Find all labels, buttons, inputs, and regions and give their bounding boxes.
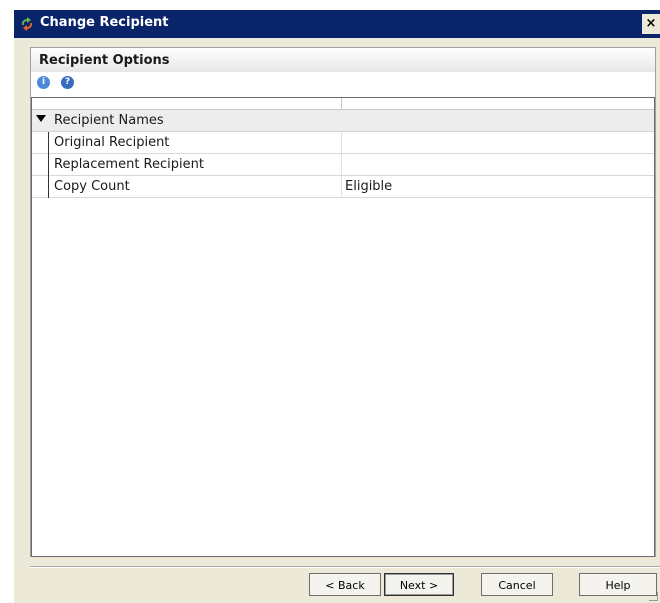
panel-toolbar: i ? [31,72,655,98]
property-name: Original Recipient [54,135,170,150]
tree-indent-line [48,176,49,198]
footer-separator [30,566,660,568]
property-row-replacement-recipient[interactable]: Replacement Recipient [32,154,654,176]
grid-header [32,98,654,110]
property-name: Replacement Recipient [54,157,204,172]
info-icon[interactable]: i [37,76,50,89]
title-bar[interactable]: Change Recipient × [14,10,660,38]
tree-indent-line [48,132,49,154]
group-label: Recipient Names [54,113,164,128]
column-divider [341,154,342,175]
panel-header: Recipient Options [31,48,655,72]
property-row-original-recipient[interactable]: Original Recipient [32,132,654,154]
change-recipient-dialog: Change Recipient × Recipient Options i ?… [14,10,660,603]
collapse-triangle-icon[interactable] [36,115,46,122]
next-button[interactable]: Next > [384,573,454,596]
column-divider[interactable] [341,98,342,109]
panel-title: Recipient Options [39,53,170,68]
property-name: Copy Count [54,179,130,194]
tree-indent-line [48,154,49,176]
help-button[interactable]: Help [579,573,657,596]
back-button[interactable]: < Back [309,573,381,596]
cancel-button[interactable]: Cancel [481,573,553,596]
group-row-recipient-names[interactable]: Recipient Names [32,110,654,132]
property-row-copy-count[interactable]: Copy Count Eligible [32,176,654,198]
column-divider [341,132,342,153]
column-divider [341,176,342,197]
property-value[interactable]: Eligible [345,179,392,194]
recipient-options-panel: Recipient Options i ? Recipient Names Or… [30,47,656,557]
property-grid: Recipient Names Original Recipient Repla… [31,97,655,557]
window-title: Change Recipient [40,15,169,30]
resize-grip-icon[interactable] [649,592,658,601]
app-icon [21,17,33,31]
close-button[interactable]: × [642,14,660,34]
help-icon[interactable]: ? [61,76,74,89]
